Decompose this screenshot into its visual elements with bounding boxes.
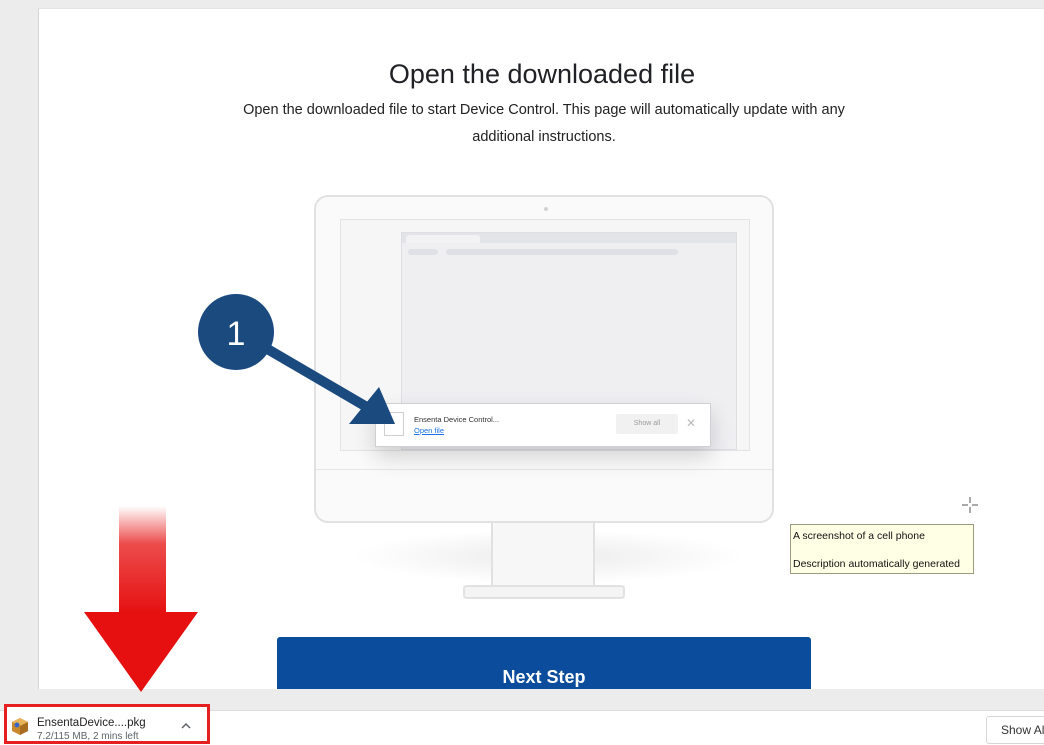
crosshair-cursor-icon <box>962 497 978 513</box>
tooltip-line-1: A screenshot of a cell phone <box>793 530 925 542</box>
red-down-arrow-icon <box>84 506 198 692</box>
download-progress: 7.2/115 MB, 2 mins left <box>37 731 139 742</box>
monitor-stand-base <box>463 585 625 599</box>
alt-text-tooltip: A screenshot of a cell phone Description… <box>790 524 974 574</box>
download-item[interactable]: EnsentaDevice....pkg 7.2/115 MB, 2 mins … <box>4 704 210 744</box>
monitor-chin <box>316 469 772 470</box>
monitor-stand-neck <box>491 523 595 589</box>
tooltip-line-2: Description automatically generated <box>793 558 960 570</box>
step-arrow-shaft <box>259 342 382 418</box>
step-one-callout: 1 <box>198 294 395 424</box>
package-icon <box>12 718 28 735</box>
close-icon: ✕ <box>686 416 697 430</box>
next-step-button[interactable]: Next Step <box>277 637 811 689</box>
show-all-button[interactable]: Show All <box>986 716 1044 744</box>
chevron-up-icon[interactable] <box>179 719 193 733</box>
download-filename: EnsentaDevice....pkg <box>37 717 146 729</box>
monitor-camera <box>544 207 548 211</box>
step-number: 1 <box>227 315 246 353</box>
popup-show-all-button: Show all <box>616 414 678 434</box>
